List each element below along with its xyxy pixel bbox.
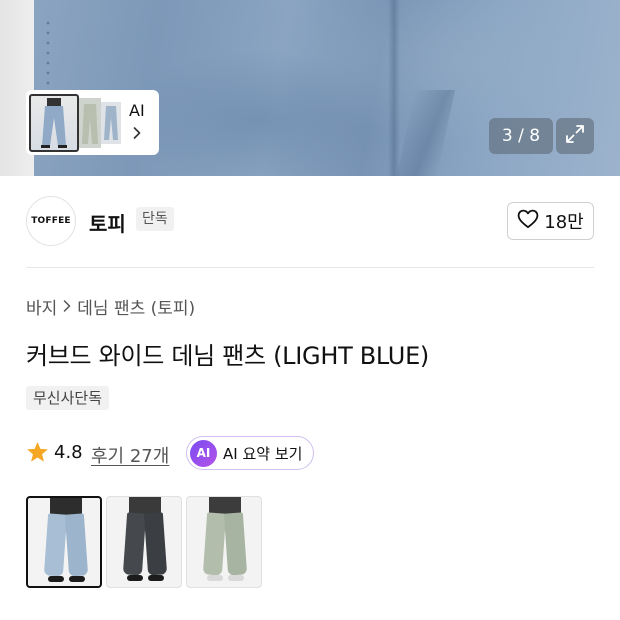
- section-divider: [26, 267, 594, 268]
- shoe: [228, 575, 244, 581]
- ai-similar-items-button[interactable]: AI: [26, 90, 159, 155]
- brand-name[interactable]: 토피: [89, 208, 126, 237]
- ai-summary-button[interactable]: AI AI 요약 보기: [186, 436, 314, 470]
- pant-leg: [122, 512, 147, 576]
- heart-outline-icon: [517, 209, 539, 234]
- ai-summary-label: AI 요약 보기: [223, 444, 303, 463]
- ai-similar-label: AI: [129, 101, 145, 120]
- brand-logo[interactable]: TOFFEE: [26, 196, 76, 246]
- similar-thumb-1: [29, 93, 79, 152]
- denim-fold: [396, 90, 456, 176]
- pant-leg: [223, 512, 248, 576]
- pant-leg: [143, 512, 168, 576]
- denim-seam: [388, 0, 400, 176]
- shoe: [48, 576, 64, 582]
- pant-leg: [43, 513, 68, 577]
- ai-badge-icon: AI: [190, 439, 217, 467]
- breadcrumb: 바지 데님 팬츠 (토피): [26, 294, 195, 319]
- brand-logo-text: TOFFEE: [31, 216, 71, 226]
- color-option-black[interactable]: [106, 496, 182, 588]
- breadcrumb-category[interactable]: 바지: [26, 294, 57, 319]
- star-icon: [26, 441, 49, 467]
- exclusive-badge: 무신사단독: [26, 386, 110, 410]
- product-title: 커브드 와이드 데님 팬츠 (LIGHT BLUE): [26, 342, 429, 370]
- like-button[interactable]: 18만: [507, 202, 594, 240]
- review-count-link[interactable]: 후기 27개: [91, 442, 169, 468]
- pant-leg: [64, 513, 89, 577]
- ai-similar-box: AI: [129, 102, 145, 143]
- brand-exclusive-tag: 단독: [136, 207, 174, 231]
- product-image-gallery[interactable]: AI 3 / 8: [0, 0, 620, 176]
- chevron-right-icon: [63, 297, 71, 317]
- chevron-right-icon: [133, 124, 141, 143]
- expand-image-button[interactable]: [556, 118, 594, 154]
- shoe: [69, 576, 85, 582]
- brand-row: TOFFEE 토피 단독 18만: [26, 196, 594, 246]
- similar-thumbnails: [29, 93, 125, 152]
- shoe: [127, 575, 143, 581]
- color-option-vintage-green[interactable]: [186, 496, 262, 588]
- similar-thumb-2: [79, 97, 101, 148]
- similar-thumb-3: [101, 101, 121, 144]
- shoe: [207, 575, 223, 581]
- pant-leg: [202, 512, 227, 576]
- color-options: [26, 496, 262, 588]
- color-option-light-blue[interactable]: [26, 496, 102, 588]
- expand-arrows-icon: [564, 123, 586, 149]
- rating-row: 4.8 후기 27개 AI AI 요약 보기: [26, 436, 426, 470]
- image-counter: 3 / 8: [489, 118, 553, 154]
- rating-value: 4.8: [54, 442, 83, 463]
- breadcrumb-subcategory[interactable]: 데님 팬츠 (토피): [77, 294, 195, 319]
- shoe: [148, 575, 164, 581]
- like-count: 18만: [544, 212, 584, 233]
